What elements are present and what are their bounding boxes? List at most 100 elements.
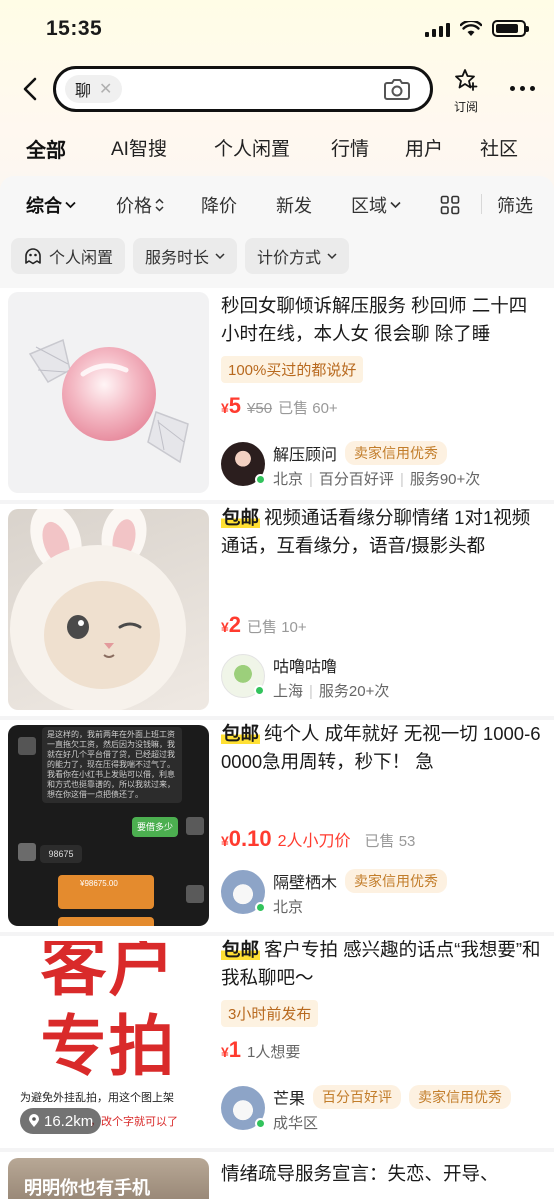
sort-region[interactable]: 区域 [351, 192, 401, 218]
chevron-down-icon [65, 201, 76, 209]
search-query-text: 聊 [75, 83, 92, 100]
original-price: ¥50 [247, 400, 273, 417]
seller-name: 隔壁栖木 [273, 875, 338, 892]
chip-service-duration[interactable]: 服务时长 [133, 238, 238, 274]
clear-query-icon[interactable]: ✕ [99, 79, 112, 99]
filter-chip-row: 个人闲置 服务时长 计价方式 [11, 238, 350, 274]
free-shipping-tag: 包邮 [221, 939, 261, 960]
back-arrow-icon [23, 77, 37, 101]
sold-count: 已售 53 [364, 833, 416, 850]
chip-pricing-method[interactable]: 计价方式 [245, 238, 350, 274]
online-indicator [254, 685, 265, 696]
free-shipping-tag: 包邮 [221, 723, 261, 744]
tab-users[interactable]: 用户 [405, 134, 443, 161]
seller-meta: 北京 | 百分百好评 | 服务90+次 [273, 471, 481, 488]
seller-badge: 卖家信用优秀 [409, 1085, 512, 1109]
seller-name: 芒果 [273, 1091, 306, 1108]
candy-image [28, 338, 189, 464]
seller-info[interactable]: 隔壁栖木 卖家信用优秀 北京 [221, 869, 448, 917]
listing-image [8, 292, 209, 493]
listing-title: 包邮 视频通话看缘分聊情绪 1对1视频通话，互看缘分，语音/摄影头都 [221, 507, 531, 556]
price: ¥0.10 [221, 826, 272, 851]
listing-card[interactable]: 包邮 视频通话看缘分聊情绪 1对1视频通话，互看缘分，语音/摄影头都 ¥2 已售 … [0, 504, 554, 716]
sort-newest[interactable]: 新发 [276, 192, 312, 218]
camera-icon [384, 79, 410, 100]
listing-title: 包邮 纯个人 成年就好 无视一切 1000-60000急用周转，秒下！ 急 [221, 723, 541, 772]
listing-card[interactable]: 秒回女聊倾诉解压服务 秒回师 二十四小时在线，本人女 很会聊 除了睡 100%买… [0, 288, 554, 500]
sort-price[interactable]: 价格 [116, 192, 164, 218]
grid-view-toggle[interactable] [440, 195, 460, 215]
sort-price-drop[interactable]: 降价 [201, 192, 237, 218]
search-query-chip[interactable]: 聊 ✕ [65, 75, 123, 103]
kitten-image [10, 509, 186, 710]
listing-card[interactable]: 客户专拍 为避免外挂乱拍，用这个图上架 ，改个字就可以了 16.2km 包邮 客户… [0, 936, 554, 1148]
promo-tag: 100%买过的都说好 [221, 356, 364, 383]
chat-avatar [186, 885, 204, 903]
sold-count: 已售 60+ [278, 400, 338, 417]
transfer-card: ¥98675.00 [58, 875, 154, 909]
image-small-text: 为避免外挂乱拍，用这个图上架 [20, 1092, 174, 1104]
sort-comprehensive[interactable]: 综合 [26, 192, 76, 218]
seller-info[interactable]: 咕噜咕噜 上海 | 服务20+次 [221, 654, 389, 701]
subscribe-button[interactable]: 订阅 [448, 68, 484, 114]
listing-image: 客户专拍 为避免外挂乱拍，用这个图上架 ，改个字就可以了 16.2km [8, 941, 209, 1142]
status-time: 15:35 [46, 17, 103, 40]
tab-all[interactable]: 全部 [26, 134, 66, 163]
seller-name: 解压顾问 [273, 447, 338, 464]
seller-info[interactable]: 解压顾问 卖家信用优秀 北京 | 百分百好评 | 服务90+次 [221, 441, 481, 489]
chevron-down-icon [215, 252, 225, 259]
online-indicator [255, 474, 266, 485]
avatar [221, 1086, 266, 1130]
tab-community[interactable]: 社区 [480, 134, 518, 161]
chat-avatar [186, 817, 204, 835]
more-options-button[interactable] [505, 78, 539, 98]
chevron-down-icon [327, 252, 337, 259]
online-indicator [255, 902, 266, 913]
listing-card[interactable]: 是这样的，我前两年在外面上班工资一直拖欠工资，然后因为没钱嘛，我就在好几个平台借… [0, 720, 554, 932]
back-button[interactable] [16, 74, 44, 104]
camera-search-button[interactable] [384, 78, 412, 102]
price-row: ¥2 已售 10+ [221, 612, 542, 638]
chat-avatar [18, 737, 36, 755]
online-indicator [255, 1118, 266, 1129]
transfer-card-2 [58, 917, 154, 926]
tab-market[interactable]: 行情 [331, 134, 369, 161]
distance-badge: 16.2km [20, 1108, 102, 1134]
price-row: ¥0.10 2人小刀价 已售 53 [221, 826, 542, 852]
search-row: 聊 ✕ 订阅 [0, 60, 554, 118]
bargain-note: 2人小刀价 [277, 833, 351, 850]
seller-badge: 百分百好评 [313, 1085, 402, 1109]
listing-image [8, 509, 209, 710]
price: ¥2 [221, 612, 242, 637]
location-pin-icon [29, 1114, 39, 1127]
seller-name: 咕噜咕噜 [273, 659, 338, 676]
chip-personal-idle[interactable]: 个人闲置 [11, 238, 126, 274]
sold-count: 已售 10+ [247, 619, 307, 636]
filter-button[interactable]: 筛选 [497, 192, 533, 218]
listing-title: 包邮 客户专拍 感兴趣的话点“我想要”和我私聊吧～ [221, 939, 541, 988]
tab-ai-search[interactable]: AI智搜 [111, 134, 167, 161]
status-icons [425, 20, 529, 37]
avatar [221, 654, 265, 698]
battery-icon [492, 20, 529, 37]
price-row: ¥1 1人想要 [221, 1037, 542, 1063]
seller-badge: 卖家信用优秀 [345, 441, 448, 465]
sort-updown-icon [155, 198, 164, 212]
search-input[interactable]: 聊 ✕ [53, 66, 433, 112]
price: ¥1 [221, 1037, 242, 1062]
seller-meta: 北京 [273, 899, 304, 916]
listing-title: 情绪疏导服务宣言：失恋、开导、 [221, 1163, 499, 1184]
listing-image: 明明你也有手机 [8, 1158, 209, 1199]
cellular-signal-icon [425, 21, 450, 37]
publish-time-tag: 3小时前发布 [221, 1000, 319, 1027]
listing-card[interactable]: 明明你也有手机 情绪疏导服务宣言：失恋、开导、 [0, 1152, 554, 1199]
subscribe-label: 订阅 [453, 100, 478, 114]
seller-info[interactable]: 芒果 百分百好评 卖家信用优秀 成华区 [221, 1085, 512, 1133]
image-small-text-2: ，改个字就可以了 [90, 1116, 178, 1128]
ghost-icon [25, 248, 41, 265]
tab-personal-idle[interactable]: 个人闲置 [214, 134, 290, 161]
wifi-icon [460, 20, 482, 36]
free-shipping-tag: 包邮 [221, 507, 261, 528]
status-bar: 15:35 [0, 0, 554, 60]
listing-title: 秒回女聊倾诉解压服务 秒回师 二十四小时在线，本人女 很会聊 除了睡 [221, 295, 528, 344]
